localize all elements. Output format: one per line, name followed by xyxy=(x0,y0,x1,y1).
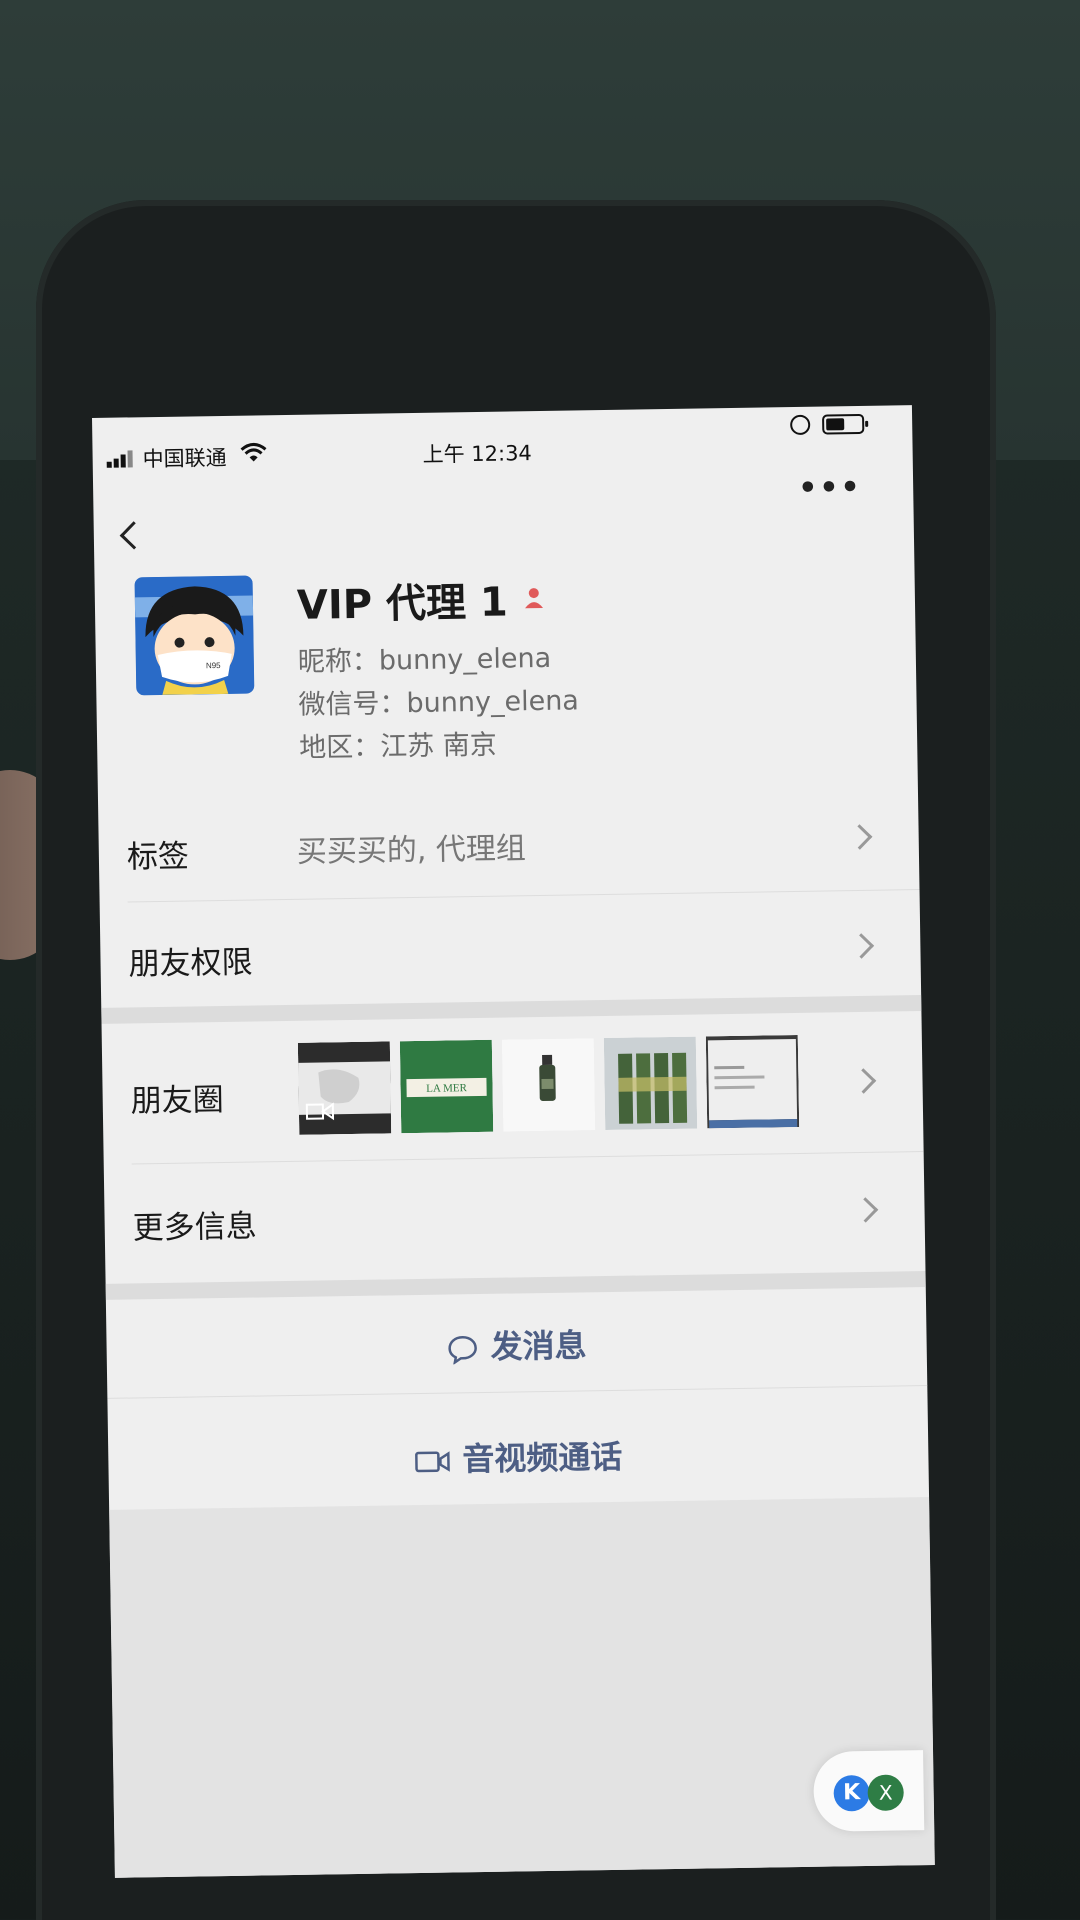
phone-screen: 中国联通 上午 12:34 ••• N95 VIP 代理 1 昵称：bunny_… xyxy=(92,405,935,1878)
moments-row[interactable]: 朋友圈 LA MER xyxy=(102,1011,924,1164)
region-line: 地区：江苏 南京 xyxy=(299,723,497,765)
divider xyxy=(107,1384,928,1399)
svg-text:LA MER: LA MER xyxy=(426,1082,467,1095)
carrier-name: 中国联通 xyxy=(142,445,227,472)
status-time: 上午 12:34 xyxy=(422,441,532,467)
wechat-id-value: bunny_elena xyxy=(406,685,580,720)
region-label: 地区： xyxy=(298,731,381,764)
moments-thumbnail[interactable] xyxy=(705,1034,800,1129)
svg-text:N95: N95 xyxy=(206,661,221,670)
floating-app-widget[interactable]: K X xyxy=(813,1750,925,1832)
more-options-button[interactable]: ••• xyxy=(798,470,862,506)
chevron-right-icon xyxy=(852,1197,879,1223)
back-button[interactable] xyxy=(119,521,148,550)
k-app-icon[interactable]: K xyxy=(833,1774,870,1812)
status-bar: 中国联通 上午 12:34 xyxy=(92,405,913,474)
female-icon xyxy=(524,588,543,609)
tags-value: 买买买的, 代理组 xyxy=(296,831,527,870)
chevron-right-icon xyxy=(848,933,875,959)
wechat-id-line: 微信号：bunny_elena xyxy=(298,678,579,721)
chevron-right-icon xyxy=(850,1068,877,1094)
rotation-lock-icon xyxy=(790,414,811,436)
send-message-label: 发消息 xyxy=(490,1326,587,1366)
moments-thumbnail[interactable] xyxy=(501,1038,596,1132)
x-app-icon[interactable]: X xyxy=(867,1774,904,1811)
friend-permissions-label: 朋友权限 xyxy=(128,944,253,983)
region-value: 江苏 南京 xyxy=(379,729,498,763)
tags-label: 标签 xyxy=(126,838,190,876)
nickname-value: bunny_elena xyxy=(378,642,552,677)
moments-label: 朋友圈 xyxy=(130,1082,225,1120)
moments-thumbnail[interactable] xyxy=(603,1036,698,1131)
moments-thumbnail[interactable] xyxy=(297,1041,392,1135)
send-message-button[interactable]: 发消息 xyxy=(106,1315,927,1374)
friend-permissions-row[interactable]: 朋友权限 xyxy=(100,890,922,1007)
battery-icon xyxy=(822,413,865,435)
contact-name: VIP 代理 1 xyxy=(296,579,509,629)
more-info-label: 更多信息 xyxy=(132,1208,258,1247)
empty-area xyxy=(109,1496,935,1878)
avatar[interactable]: N95 xyxy=(134,575,255,696)
chevron-right-icon xyxy=(846,824,873,850)
name-row: VIP 代理 1 xyxy=(296,569,546,631)
signal-icon xyxy=(106,449,139,468)
wifi-icon xyxy=(240,442,267,462)
nickname-label: 昵称： xyxy=(297,645,380,678)
wechat-id-label: 微信号： xyxy=(298,688,407,721)
moments-thumbnail[interactable]: LA MER xyxy=(399,1039,494,1134)
video-call-label: 音视频通话 xyxy=(462,1437,623,1479)
avatar-image: N95 xyxy=(134,575,255,696)
chat-bubble-icon xyxy=(448,1336,477,1365)
video-camera-icon xyxy=(415,1451,450,1473)
video-call-button[interactable]: 音视频通话 xyxy=(108,1427,929,1486)
tags-row[interactable]: 标签 买买买的, 代理组 xyxy=(98,785,920,902)
nickname-line: 昵称：bunny_elena xyxy=(298,636,552,679)
more-info-row[interactable]: 更多信息 xyxy=(104,1152,926,1283)
moments-thumbnails: LA MER xyxy=(297,1034,800,1135)
